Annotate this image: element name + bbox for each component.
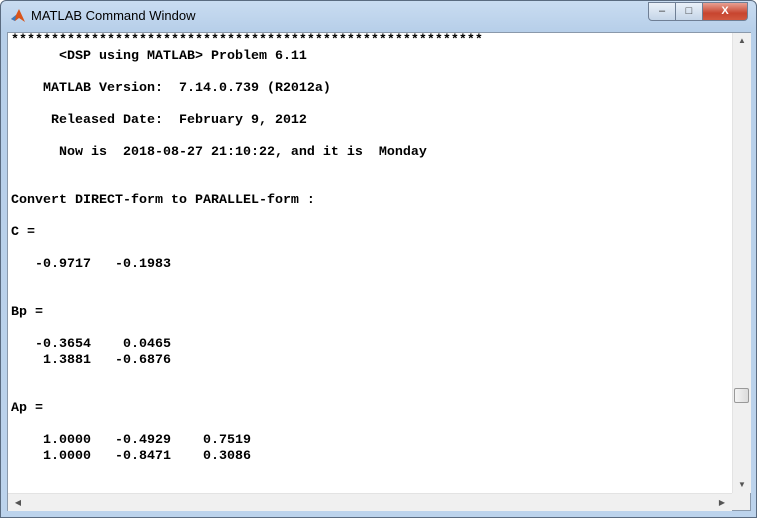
console-line: 1.3881 -0.6876 (11, 353, 171, 368)
title-bar[interactable]: MATLAB Command Window – □ X (1, 1, 756, 31)
scroll-up-icon[interactable]: ▲ (733, 33, 751, 49)
console-line: -0.9717 -0.1983 (11, 257, 171, 272)
window-title: MATLAB Command Window (31, 8, 196, 23)
console-line: Ap = (11, 401, 43, 416)
console-line: C = (11, 225, 35, 240)
vertical-scrollbar[interactable]: ▲ ▼ (732, 33, 751, 493)
console-line: Convert DIRECT-form to PARALLEL-form : (11, 193, 315, 208)
horizontal-scrollbar[interactable]: ◀ ▶ (8, 493, 732, 511)
scroll-left-icon[interactable]: ◀ (10, 494, 26, 511)
console-line: Bp = (11, 305, 43, 320)
console-line: -0.3654 0.0465 (11, 337, 171, 352)
console-output[interactable]: ****************************************… (11, 33, 483, 465)
maximize-button[interactable]: □ (675, 2, 703, 21)
console-line: 1.0000 -0.8471 0.3086 (11, 449, 251, 464)
matlab-command-window: MATLAB Command Window – □ X ************… (0, 0, 757, 518)
scroll-right-icon[interactable]: ▶ (714, 494, 730, 511)
scroll-down-icon[interactable]: ▼ (733, 477, 751, 493)
console-line: MATLAB Version: 7.14.0.739 (R2012a) (11, 81, 331, 96)
close-button[interactable]: X (702, 2, 748, 21)
matlab-logo-icon (11, 9, 25, 22)
console-line: <DSP using MATLAB> Problem 6.11 (11, 49, 307, 64)
console-line: ****************************************… (11, 33, 483, 48)
console-line: Released Date: February 9, 2012 (11, 113, 307, 128)
vertical-scroll-thumb[interactable] (734, 387, 749, 403)
minimize-button[interactable]: – (648, 2, 676, 21)
resize-grip[interactable] (732, 493, 750, 510)
console-line: Now is 2018-08-27 21:10:22, and it is Mo… (11, 145, 427, 160)
console-area[interactable]: ****************************************… (7, 32, 751, 511)
console-line: 1.0000 -0.4929 0.7519 (11, 433, 251, 448)
